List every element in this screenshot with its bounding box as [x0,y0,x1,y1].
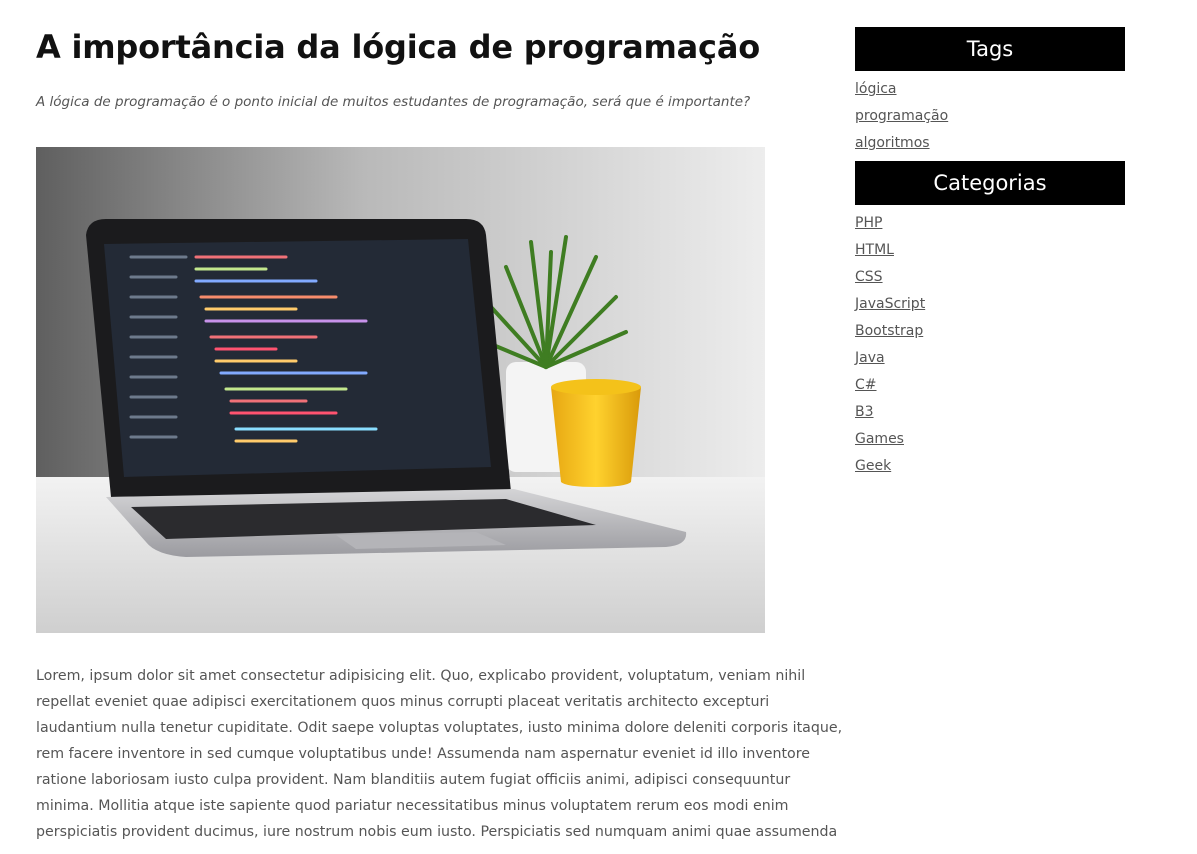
list-item: Java [855,348,1125,375]
category-link-php[interactable]: PHP [855,215,882,231]
list-item: Geek [855,456,1125,483]
category-link-games[interactable]: Games [855,431,904,447]
category-link-bootstrap[interactable]: Bootstrap [855,323,923,339]
category-link-csharp[interactable]: C# [855,377,877,393]
list-item: Bootstrap [855,321,1125,348]
tag-link-logica[interactable]: lógica [855,81,897,97]
category-link-java[interactable]: Java [855,350,885,366]
tags-heading: Tags [855,27,1125,71]
article-title: A importância da lógica de programação [36,28,760,66]
category-link-b3[interactable]: B3 [855,404,874,420]
category-link-html[interactable]: HTML [855,242,894,258]
tags-section: Tags lógica programação algoritmos [855,27,1125,161]
list-item: lógica [855,79,1125,106]
list-item: JavaScript [855,294,1125,321]
tag-link-programacao[interactable]: programação [855,108,948,124]
list-item: B3 [855,402,1125,429]
categories-heading: Categorias [855,161,1125,205]
list-item: algoritmos [855,133,1125,160]
list-item: HTML [855,240,1125,267]
article-body: Lorem, ipsum dolor sit amet consectetur … [36,668,843,840]
categories-list: PHP HTML CSS JavaScript Bootstrap Java C… [855,205,1125,483]
category-link-css[interactable]: CSS [855,269,883,285]
list-item: programação [855,106,1125,133]
sidebar: Tags lógica programação algoritmos Categ… [855,27,1125,483]
category-link-geek[interactable]: Geek [855,458,891,474]
list-item: PHP [855,213,1125,240]
categories-section: Categorias PHP HTML CSS JavaScript Boots… [855,161,1125,483]
article-hero-image [36,147,765,633]
category-link-javascript[interactable]: JavaScript [855,296,925,312]
tag-link-algoritmos[interactable]: algoritmos [855,135,930,151]
list-item: C# [855,375,1125,402]
laptop-desk-photo [36,147,765,633]
article-subtitle: A lógica de programação é o ponto inicia… [36,94,751,110]
list-item: Games [855,429,1125,456]
list-item: CSS [855,267,1125,294]
tags-list: lógica programação algoritmos [855,71,1125,160]
